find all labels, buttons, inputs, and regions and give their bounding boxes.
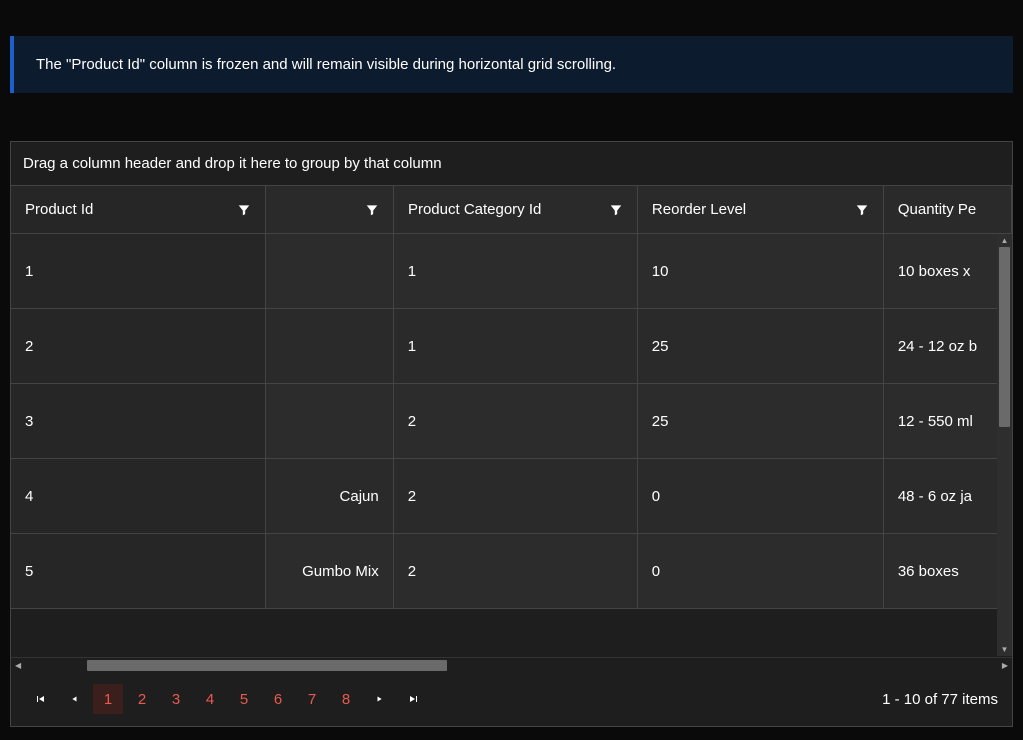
cell-reorder: 25: [638, 384, 884, 459]
cell-category: 2: [394, 384, 638, 459]
scrollbar-thumb[interactable]: [999, 247, 1010, 427]
cell-reorder: 0: [638, 534, 884, 609]
frozen-pane: Product Id 1 2 3 4 5: [11, 186, 266, 657]
scrollbar-thumb[interactable]: [87, 660, 447, 671]
header-row: Product Category Id Reorder Level Quanti…: [266, 186, 1012, 234]
grid-body: Product Id 1 2 3 4 5: [11, 186, 1012, 657]
group-panel[interactable]: Drag a column header and drop it here to…: [11, 142, 1012, 186]
first-page-button[interactable]: [25, 684, 55, 714]
table-row[interactable]: 1 25 24 - 12 oz b: [266, 309, 1012, 384]
next-page-button[interactable]: [365, 684, 395, 714]
frozen-viewport: 1 2 3 4 5: [11, 234, 266, 657]
page-button-1[interactable]: 1: [93, 684, 123, 714]
info-text: The "Product Id" column is frozen and wi…: [36, 56, 616, 73]
col-label: Quantity Pe: [898, 201, 976, 218]
cell-qty: 10 boxes x: [884, 234, 1012, 309]
col-header-blank[interactable]: [266, 186, 394, 234]
cell-category: 2: [394, 534, 638, 609]
cell-qty: 12 - 550 ml: [884, 384, 1012, 459]
cell-reorder: 10: [638, 234, 884, 309]
scroll-pane: Product Category Id Reorder Level Quanti…: [266, 186, 1012, 657]
cell-blank: [266, 234, 394, 309]
page-button-3[interactable]: 3: [161, 684, 191, 714]
cell-category: 1: [394, 234, 638, 309]
col-label: Reorder Level: [652, 201, 746, 218]
scroll-right-icon[interactable]: ▶: [1002, 661, 1008, 670]
col-header-quantity[interactable]: Quantity Pe: [884, 186, 1012, 234]
col-label: Product Category Id: [408, 201, 541, 218]
pager: 1 2 3 4 5 6 7 8 1 - 10 of 77 items: [11, 672, 1012, 726]
cell-blank: Cajun: [266, 459, 394, 534]
col-header-product-id[interactable]: Product Id: [11, 186, 266, 234]
table-row[interactable]: 2 25 12 - 550 ml: [266, 384, 1012, 459]
page-button-7[interactable]: 7: [297, 684, 327, 714]
filter-icon[interactable]: [855, 203, 869, 217]
cell-blank: Gumbo Mix: [266, 534, 394, 609]
table-row[interactable]: Cajun 2 0 48 - 6 oz ja: [266, 459, 1012, 534]
filter-icon[interactable]: [609, 203, 623, 217]
col-header-reorder[interactable]: Reorder Level: [638, 186, 884, 234]
cell-blank: [266, 384, 394, 459]
page-button-6[interactable]: 6: [263, 684, 293, 714]
group-panel-text: Drag a column header and drop it here to…: [23, 155, 442, 172]
cell-qty: 36 boxes: [884, 534, 1012, 609]
prev-page-button[interactable]: [59, 684, 89, 714]
cell-blank: [266, 309, 394, 384]
horizontal-scrollbar[interactable]: ◀ ▶: [11, 657, 1012, 672]
scroll-down-icon[interactable]: ▼: [1001, 645, 1009, 654]
table-row[interactable]: Gumbo Mix 2 0 36 boxes: [266, 534, 1012, 609]
scroll-up-icon[interactable]: ▲: [1001, 236, 1009, 245]
scroll-viewport: 1 10 10 boxes x 1 25 24 - 12 oz b 2 25: [266, 234, 1012, 657]
page-button-8[interactable]: 8: [331, 684, 361, 714]
cell-reorder: 0: [638, 459, 884, 534]
cell-product-id: 3: [11, 384, 266, 459]
pager-controls: 1 2 3 4 5 6 7 8: [25, 684, 429, 714]
table-row[interactable]: 1 10 10 boxes x: [266, 234, 1012, 309]
filter-icon[interactable]: [365, 203, 379, 217]
vertical-scrollbar[interactable]: ▲ ▼: [997, 234, 1012, 656]
last-page-button[interactable]: [399, 684, 429, 714]
cell-product-id: 1: [11, 234, 266, 309]
col-header-category[interactable]: Product Category Id: [394, 186, 638, 234]
pager-info: 1 - 10 of 77 items: [882, 691, 998, 708]
cell-reorder: 25: [638, 309, 884, 384]
cell-category: 2: [394, 459, 638, 534]
info-banner: The "Product Id" column is frozen and wi…: [10, 36, 1013, 93]
header-row: Product Id: [11, 186, 266, 234]
col-label: Product Id: [25, 201, 93, 218]
data-grid: Drag a column header and drop it here to…: [10, 141, 1013, 727]
cell-category: 1: [394, 309, 638, 384]
cell-product-id: 4: [11, 459, 266, 534]
cell-qty: 24 - 12 oz b: [884, 309, 1012, 384]
scroll-left-icon[interactable]: ◀: [15, 661, 21, 670]
page-button-4[interactable]: 4: [195, 684, 225, 714]
cell-product-id: 2: [11, 309, 266, 384]
page-button-2[interactable]: 2: [127, 684, 157, 714]
page-button-5[interactable]: 5: [229, 684, 259, 714]
cell-qty: 48 - 6 oz ja: [884, 459, 1012, 534]
cell-product-id: 5: [11, 534, 266, 609]
filter-icon[interactable]: [237, 203, 251, 217]
